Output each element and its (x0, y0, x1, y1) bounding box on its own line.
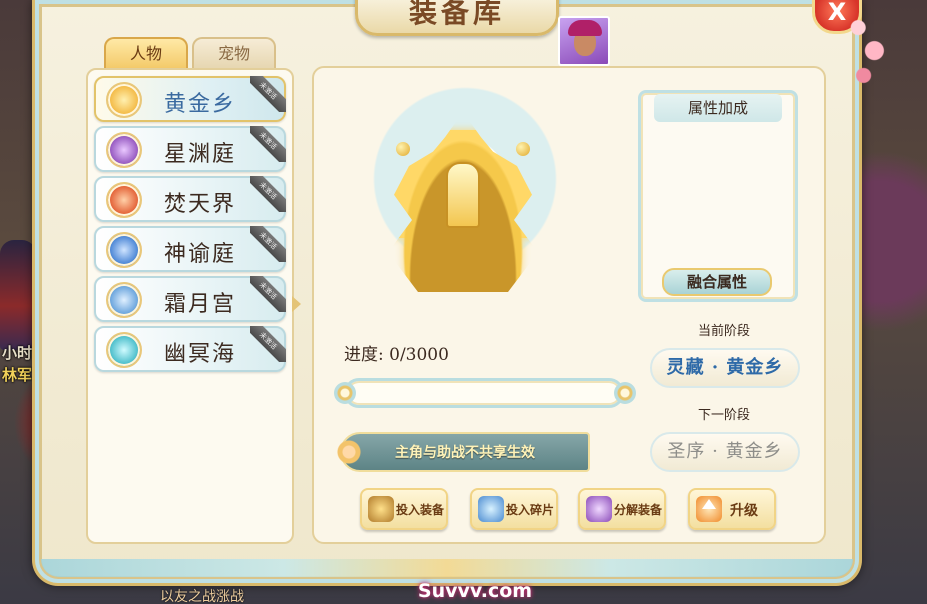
list-item-label: 焚天界 (164, 192, 237, 217)
decompose-equipment-label: 分解装备 (614, 503, 663, 517)
upgrade-label: 升级 (730, 503, 758, 519)
list-item-nether-sea[interactable]: 幽冥海 未激活 (94, 326, 286, 372)
inactive-ribbon: 未激活 (250, 126, 286, 162)
inactive-ribbon: 未激活 (250, 176, 286, 212)
list-item-label: 神谕庭 (164, 242, 237, 267)
tab-pet[interactable]: 宠物 (192, 37, 276, 69)
current-stage-caption: 当前阶段 (697, 324, 750, 339)
upgrade-button[interactable]: 升级 (688, 488, 776, 530)
window-title: 装备库 (408, 0, 505, 29)
current-stage-value: 灵藏 · 黄金乡 (650, 348, 800, 388)
inactive-ribbon: 未激活 (250, 276, 286, 312)
inactive-ribbon: 未激活 (250, 226, 286, 262)
progress-label: 进度: 0/3000 (344, 345, 449, 365)
tab-person[interactable]: 人物 (104, 37, 188, 69)
put-fragments-button[interactable]: 投入碎片 (470, 488, 558, 530)
next-stage-caption: 下一阶段 (697, 408, 750, 423)
list-item-golden-land[interactable]: 黄金乡 未激活 (94, 76, 286, 122)
fragment-crystal-icon (478, 496, 504, 522)
background-text-1: 小时 (2, 344, 33, 362)
progress-bar-right-cap (614, 382, 636, 404)
progress-bar (344, 378, 624, 408)
purple-crystal-icon (106, 132, 142, 168)
blue-crystal-icon (106, 232, 142, 268)
list-item-label: 幽冥海 (164, 342, 237, 367)
background-npc-figure (0, 240, 36, 350)
frost-moon-icon (106, 282, 142, 318)
progress-bar-left-cap (334, 382, 356, 404)
site-watermark: Suvvv.com (417, 580, 533, 602)
inactive-ribbon: 未激活 (250, 76, 286, 112)
golden-orb-icon (396, 142, 410, 156)
background-bottom-text: 以友之战涨战 (160, 589, 244, 604)
put-equipment-label: 投入装备 (396, 503, 445, 517)
decorative-flower-icon (842, 0, 896, 92)
golden-tower-icon (106, 82, 142, 118)
list-item-label: 霜月宫 (164, 292, 237, 317)
attribute-bonus-title: 属性加成 (654, 94, 782, 122)
equipment-icon (368, 496, 394, 522)
background-text-2: 林军 (2, 366, 33, 384)
golden-throne-core (446, 162, 480, 228)
list-item-label: 黄金乡 (164, 92, 237, 117)
window-title-plate: 装备库 (355, 0, 559, 36)
put-fragments-label: 投入碎片 (506, 503, 555, 517)
list-item-label: 星渊庭 (164, 142, 237, 167)
list-item-oracle-court[interactable]: 神谕庭 未激活 (94, 226, 286, 272)
inactive-ribbon: 未激活 (250, 326, 286, 362)
selected-arrow-icon (292, 296, 301, 312)
hammer-icon (586, 496, 612, 522)
list-item-star-abyss[interactable]: 星渊庭 未激活 (94, 126, 286, 172)
fusion-attributes-button[interactable]: 融合属性 (662, 268, 772, 296)
fire-crystal-icon (106, 182, 142, 218)
notice-text: 主角与助战不共享生效 (395, 445, 535, 461)
list-item-frost-moon[interactable]: 霜月宫 未激活 (94, 276, 286, 322)
decompose-equipment-button[interactable]: 分解装备 (578, 488, 666, 530)
list-item-burning-sky[interactable]: 焚天界 未激活 (94, 176, 286, 222)
golden-orb-icon (516, 142, 530, 156)
next-stage-value: 圣序 · 黄金乡 (650, 432, 800, 472)
shared-effect-notice: 主角与助战不共享生效 (334, 432, 590, 472)
sea-crystal-icon (106, 332, 142, 368)
put-equipment-button[interactable]: 投入装备 (360, 488, 448, 530)
player-avatar[interactable] (558, 16, 610, 66)
up-arrow-icon (696, 496, 722, 522)
